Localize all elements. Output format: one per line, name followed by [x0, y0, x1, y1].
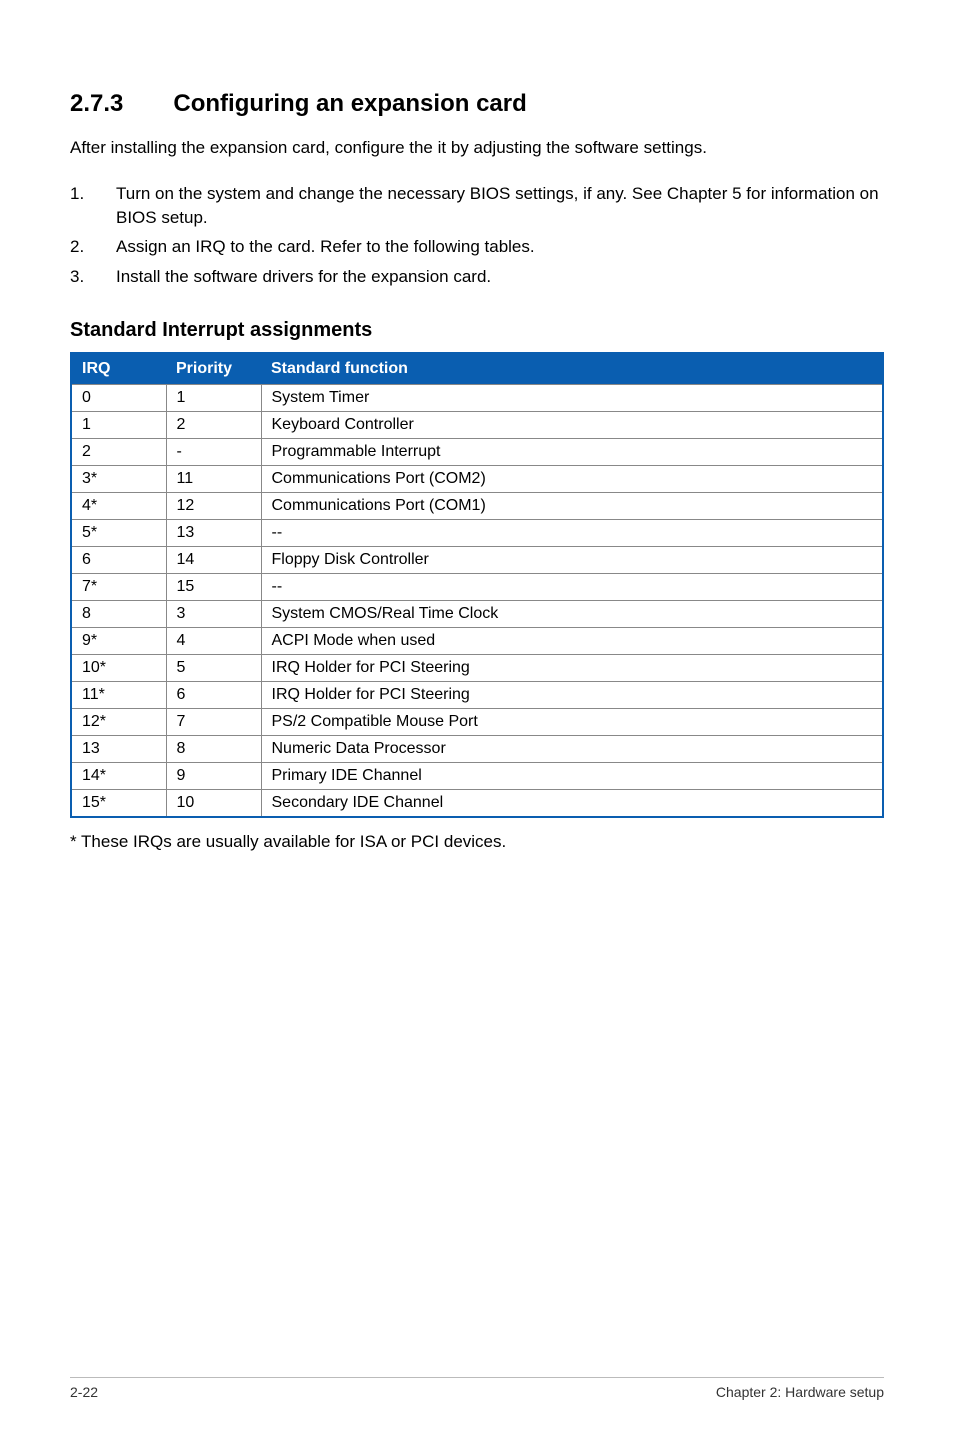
cell-function: Programmable Interrupt	[261, 438, 883, 465]
cell-irq: 3*	[71, 465, 166, 492]
step-text: Install the software drivers for the exp…	[116, 265, 491, 289]
table-row: 11*6IRQ Holder for PCI Steering	[71, 681, 883, 708]
step-item: 1. Turn on the system and change the nec…	[70, 182, 884, 230]
cell-function: Communications Port (COM2)	[261, 465, 883, 492]
cell-priority: 3	[166, 600, 261, 627]
cell-priority: 14	[166, 546, 261, 573]
table-row: 614Floppy Disk Controller	[71, 546, 883, 573]
table-row: 7*15--	[71, 573, 883, 600]
cell-function: Communications Port (COM1)	[261, 492, 883, 519]
cell-irq: 11*	[71, 681, 166, 708]
cell-priority: 1	[166, 384, 261, 411]
cell-irq: 0	[71, 384, 166, 411]
cell-irq: 9*	[71, 627, 166, 654]
cell-priority: 9	[166, 762, 261, 789]
cell-function: IRQ Holder for PCI Steering	[261, 681, 883, 708]
cell-function: Numeric Data Processor	[261, 735, 883, 762]
cell-priority: 8	[166, 735, 261, 762]
cell-function: Secondary IDE Channel	[261, 789, 883, 817]
table-row: 83System CMOS/Real Time Clock	[71, 600, 883, 627]
section-title: Configuring an expansion card	[173, 90, 526, 117]
table-row: 138Numeric Data Processor	[71, 735, 883, 762]
cell-priority: 13	[166, 519, 261, 546]
step-number: 3.	[70, 265, 116, 289]
section-heading: 2.7.3 Configuring an expansion card	[70, 90, 884, 118]
step-number: 2.	[70, 235, 116, 259]
cell-priority: 10	[166, 789, 261, 817]
section-number: 2.7.3	[70, 90, 123, 118]
header-function: Standard function	[261, 353, 883, 385]
cell-priority: 6	[166, 681, 261, 708]
table-row: 12*7PS/2 Compatible Mouse Port	[71, 708, 883, 735]
header-priority: Priority	[166, 353, 261, 385]
cell-function: Floppy Disk Controller	[261, 546, 883, 573]
cell-function: System Timer	[261, 384, 883, 411]
table-row: 9*4ACPI Mode when used	[71, 627, 883, 654]
cell-priority: 11	[166, 465, 261, 492]
cell-irq: 12*	[71, 708, 166, 735]
footer-page-number: 2-22	[70, 1384, 98, 1400]
table-footnote: * These IRQs are usually available for I…	[70, 832, 884, 852]
header-irq: IRQ	[71, 353, 166, 385]
cell-priority: 2	[166, 411, 261, 438]
table-row: 5*13--	[71, 519, 883, 546]
step-item: 2. Assign an IRQ to the card. Refer to t…	[70, 235, 884, 259]
table-row: 3*11Communications Port (COM2)	[71, 465, 883, 492]
cell-irq: 10*	[71, 654, 166, 681]
table-header-row: IRQ Priority Standard function	[71, 353, 883, 385]
cell-function: Primary IDE Channel	[261, 762, 883, 789]
cell-priority: 15	[166, 573, 261, 600]
cell-priority: 4	[166, 627, 261, 654]
table-row: 01System Timer	[71, 384, 883, 411]
table-row: 12Keyboard Controller	[71, 411, 883, 438]
table-body: 01System Timer 12Keyboard Controller 2-P…	[71, 384, 883, 817]
cell-irq: 15*	[71, 789, 166, 817]
cell-function: IRQ Holder for PCI Steering	[261, 654, 883, 681]
irq-table: IRQ Priority Standard function 01System …	[70, 352, 884, 818]
cell-priority: -	[166, 438, 261, 465]
cell-irq: 2	[71, 438, 166, 465]
cell-priority: 12	[166, 492, 261, 519]
cell-function: Keyboard Controller	[261, 411, 883, 438]
table-row: 15*10Secondary IDE Channel	[71, 789, 883, 817]
cell-priority: 5	[166, 654, 261, 681]
footer-chapter-label: Chapter 2: Hardware setup	[716, 1384, 884, 1400]
cell-function: ACPI Mode when used	[261, 627, 883, 654]
table-row: 10*5IRQ Holder for PCI Steering	[71, 654, 883, 681]
cell-priority: 7	[166, 708, 261, 735]
cell-function: System CMOS/Real Time Clock	[261, 600, 883, 627]
cell-irq: 5*	[71, 519, 166, 546]
cell-irq: 7*	[71, 573, 166, 600]
intro-paragraph: After installing the expansion card, con…	[70, 136, 884, 160]
steps-list: 1. Turn on the system and change the nec…	[70, 182, 884, 289]
sub-heading: Standard Interrupt assignments	[70, 319, 884, 342]
step-text: Assign an IRQ to the card. Refer to the …	[116, 235, 535, 259]
table-row: 14*9Primary IDE Channel	[71, 762, 883, 789]
cell-irq: 1	[71, 411, 166, 438]
cell-irq: 8	[71, 600, 166, 627]
page-footer: 2-22 Chapter 2: Hardware setup	[70, 1377, 884, 1400]
cell-irq: 13	[71, 735, 166, 762]
step-number: 1.	[70, 182, 116, 230]
cell-function: --	[261, 573, 883, 600]
step-item: 3. Install the software drivers for the …	[70, 265, 884, 289]
cell-irq: 14*	[71, 762, 166, 789]
cell-function: PS/2 Compatible Mouse Port	[261, 708, 883, 735]
table-row: 2-Programmable Interrupt	[71, 438, 883, 465]
cell-function: --	[261, 519, 883, 546]
cell-irq: 6	[71, 546, 166, 573]
table-row: 4*12Communications Port (COM1)	[71, 492, 883, 519]
step-text: Turn on the system and change the necess…	[116, 182, 884, 230]
cell-irq: 4*	[71, 492, 166, 519]
